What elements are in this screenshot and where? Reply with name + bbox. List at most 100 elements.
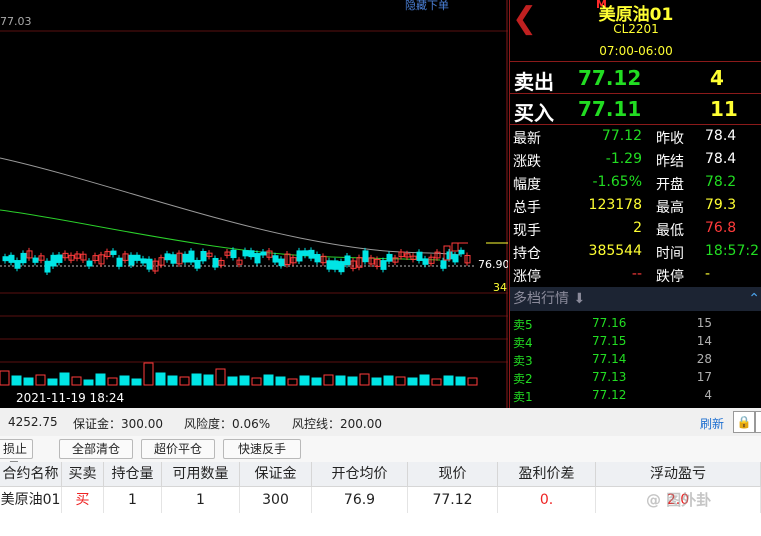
depth-volume: 4 [704,388,712,402]
volume-bar [71,376,82,386]
candlestick [416,251,423,261]
volume-bar [275,376,286,386]
volume-tag: 34 [493,281,507,294]
depth-volume: 14 [696,334,712,348]
stat-value: 78.4 [705,128,737,144]
column-header[interactable]: 盈利价差 [498,462,596,487]
depth-level: 卖5 [513,318,533,332]
stat-value: -- [631,266,642,282]
candlestick [14,260,21,269]
volume-bar [203,374,214,386]
volume-bar [23,377,34,386]
stat-value: 76.8 [705,220,737,236]
bid-price[interactable]: 77.11 [578,97,641,121]
ask-label: 卖出 [514,70,554,94]
column-header[interactable]: 持仓量 [104,462,162,487]
volume-bar [0,370,10,386]
close-all-button[interactable]: 全部清仓 [59,439,133,459]
stat-value: 77.12 [601,128,642,144]
volume-bar [431,378,442,386]
quick-reverse-button[interactable]: 快速反手 [223,439,301,459]
stat-value: -1.65% [592,174,642,190]
candlestick [182,253,189,263]
ma-long-line [0,157,461,256]
chevron-down-icon[interactable]: ⬇ [573,291,585,307]
hide-order-button[interactable]: 隐藏下单 [405,0,449,13]
next-button[interactable] [755,411,761,433]
column-header[interactable]: 浮动盈亏 [596,462,761,487]
candlestick [326,260,333,270]
stat-label: 最低 [656,223,684,239]
bid-label: 买入 [514,101,554,125]
volume-bar [299,375,310,386]
volume-bar [371,377,382,386]
candlestick [188,250,195,263]
volume-bar [143,362,154,386]
candlestick [116,257,123,267]
table-cell: 1 [104,487,162,513]
collapse-icon[interactable]: ⌃ [748,287,760,311]
trading-session: 07:00-06:00 [599,44,673,58]
refresh-button[interactable]: 刷新 [700,415,724,432]
depth-price[interactable]: 77.13 [592,370,626,384]
table-cell: 76.9 [312,487,408,513]
candlestick [128,254,135,266]
candlestick [380,260,387,270]
depth-volume: 17 [696,370,712,384]
depth-header[interactable]: 多档行情 ⬇ ⌃ [510,287,761,311]
stat-value: 79.3 [705,197,737,213]
candlestick [146,258,153,270]
candlestick [86,260,93,267]
candlestick [296,250,303,262]
stat-value: 2 [633,220,642,236]
candlestick [422,258,429,265]
volume-bar [107,377,118,386]
column-header[interactable]: 买卖 [62,462,104,487]
candlestick [212,257,219,268]
account-bar: 4252.75 保证金：300.00 风险度：0.06% 风控线：200.00 … [0,408,761,436]
depth-level: 卖2 [513,372,533,386]
risk-line-text: 风控线：200.00 [292,417,382,431]
candlestick [308,249,315,259]
stat-label: 涨跌 [513,154,541,170]
column-header[interactable]: 现价 [408,462,498,487]
volume-bar [11,375,22,386]
candlestick [2,256,9,262]
stop-profit-tab[interactable]: 损止盈 [0,439,33,474]
candlestick [260,251,267,256]
depth-price[interactable]: 77.16 [592,316,626,330]
column-header[interactable]: 合约名称 [0,462,62,487]
ma-mid-line [0,209,441,261]
column-header[interactable]: 可用数量 [162,462,240,487]
depth-price[interactable]: 77.15 [592,334,626,348]
depth-volume: 15 [696,316,712,330]
table-cell: 美原油01 [0,487,62,513]
candlestick [230,249,237,259]
column-header[interactable]: 开仓均价 [312,462,408,487]
candlestick [272,255,279,263]
ask-price[interactable]: 77.12 [578,66,641,90]
volume-bar [227,376,238,386]
volume-bar [335,375,346,386]
volume-bar [215,368,226,386]
volume-bar [443,375,454,386]
super-close-button[interactable]: 超价平仓 [141,439,215,459]
candlestick [32,257,39,263]
table-cell: 300 [240,487,312,513]
candlestick [200,251,207,262]
price-chart[interactable]: 77.03 隐藏下单 76.90 34 2021-11-19 18:24 [0,0,508,408]
lock-icon[interactable]: 🔒 [733,411,755,433]
candlestick [134,254,141,261]
depth-level: 卖1 [513,390,533,404]
depth-price[interactable]: 77.14 [592,352,626,366]
candlestick [8,254,15,263]
column-header[interactable]: 保证金 [240,462,312,487]
volume-bar [395,376,406,386]
depth-volume: 28 [696,352,712,366]
quote-panel: ❮ M 美原油01 CL2201 07:00-06:00 卖出 77.12 4 … [509,0,761,408]
volume-bar [59,372,70,386]
depth-price[interactable]: 77.12 [592,388,626,402]
stat-label: 昨收 [656,131,684,147]
top-price-label: 77.03 [0,15,32,28]
volume-bar [83,379,94,386]
